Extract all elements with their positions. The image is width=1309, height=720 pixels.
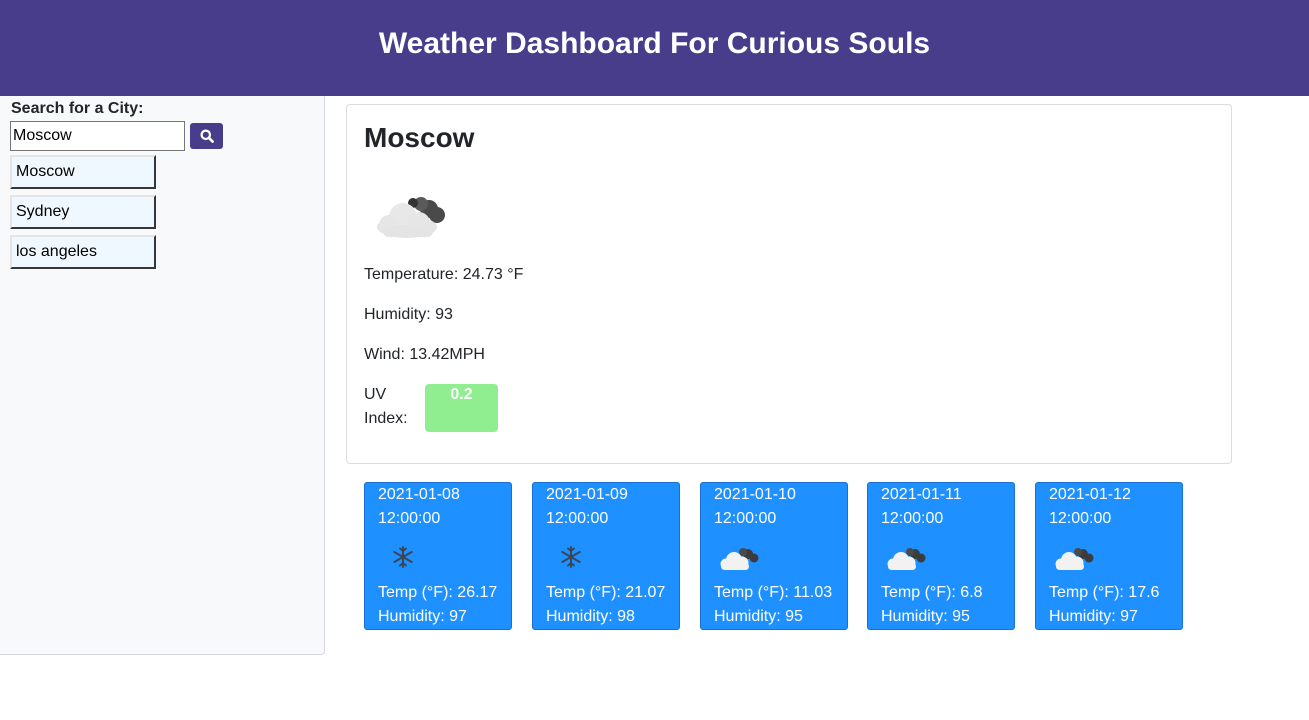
history-city-button[interactable]: los angeles — [10, 235, 156, 269]
current-temperature: Temperature: 24.73 °F — [364, 266, 524, 283]
forecast-card: 2021-01-08 12:00:00 Temp (°F): 26.17 Hum… — [364, 482, 512, 630]
forecast-card: 2021-01-12 12:00:00 Temp (°F): 17.6 Humi… — [1035, 482, 1183, 630]
cloudy-icon — [881, 539, 931, 580]
current-weather-card: Moscow Temperature: 24.73 °F Humidity: 9… — [346, 104, 1232, 464]
forecast-humidity: Humidity: 95 — [881, 608, 970, 625]
forecast-temp: Temp (°F): 17.6 — [1049, 584, 1160, 601]
forecast-temp: Temp (°F): 11.03 — [714, 584, 833, 601]
current-city-name: Moscow — [364, 122, 475, 153]
snowflake-icon — [378, 539, 428, 580]
forecast-humidity: Humidity: 97 — [378, 608, 467, 625]
forecast-humidity: Humidity: 98 — [546, 608, 635, 625]
cloudy-icon — [373, 187, 453, 248]
forecast-time: 12:00:00 — [1049, 510, 1112, 527]
forecast-temp: Temp (°F): 21.07 — [546, 584, 666, 601]
page-title: Weather Dashboard For Curious Souls — [378, 27, 931, 60]
search-icon — [200, 129, 214, 143]
snowflake-icon — [546, 539, 596, 580]
history-city-button[interactable]: Sydney — [10, 195, 156, 229]
cloudy-icon — [714, 539, 764, 580]
history-city-button[interactable]: Moscow — [10, 155, 156, 189]
forecast-date: 2021-01-11 — [881, 486, 962, 503]
forecast-humidity: Humidity: 97 — [1049, 608, 1138, 625]
cloudy-icon — [1049, 539, 1099, 580]
forecast-humidity: Humidity: 95 — [714, 608, 803, 625]
forecast-date: 2021-01-09 — [546, 486, 628, 503]
forecast-temp: Temp (°F): 6.8 — [881, 584, 983, 601]
forecast-time: 12:00:00 — [378, 510, 441, 527]
forecast-date: 2021-01-10 — [714, 486, 796, 503]
forecast-temp: Temp (°F): 26.17 — [378, 584, 498, 601]
page-header: Weather Dashboard For Curious Souls — [0, 0, 1309, 96]
current-wind: Wind: 13.42MPH — [364, 346, 485, 363]
forecast-time: 12:00:00 — [714, 510, 777, 527]
uv-index-badge: 0.2 — [425, 384, 498, 432]
search-label: Search for a City: — [11, 100, 144, 117]
forecast-card: 2021-01-11 12:00:00 Temp (°F): 6.8 Humid… — [867, 482, 1015, 630]
search-input[interactable] — [10, 121, 185, 151]
forecast-time: 12:00:00 — [546, 510, 609, 527]
search-button[interactable] — [190, 123, 223, 149]
forecast-date: 2021-01-12 — [1049, 486, 1131, 503]
forecast-card: 2021-01-10 12:00:00 Temp (°F): 11.03 Hum… — [700, 482, 848, 630]
forecast-card: 2021-01-09 12:00:00 Temp (°F): 21.07 Hum… — [532, 482, 680, 630]
forecast-date: 2021-01-08 — [378, 486, 460, 503]
current-humidity: Humidity: 93 — [364, 306, 453, 323]
uv-index-label: UV Index: — [364, 386, 408, 427]
sidebar: Search for a City: Moscow Sydney los ang… — [0, 96, 325, 655]
forecast-time: 12:00:00 — [881, 510, 944, 527]
